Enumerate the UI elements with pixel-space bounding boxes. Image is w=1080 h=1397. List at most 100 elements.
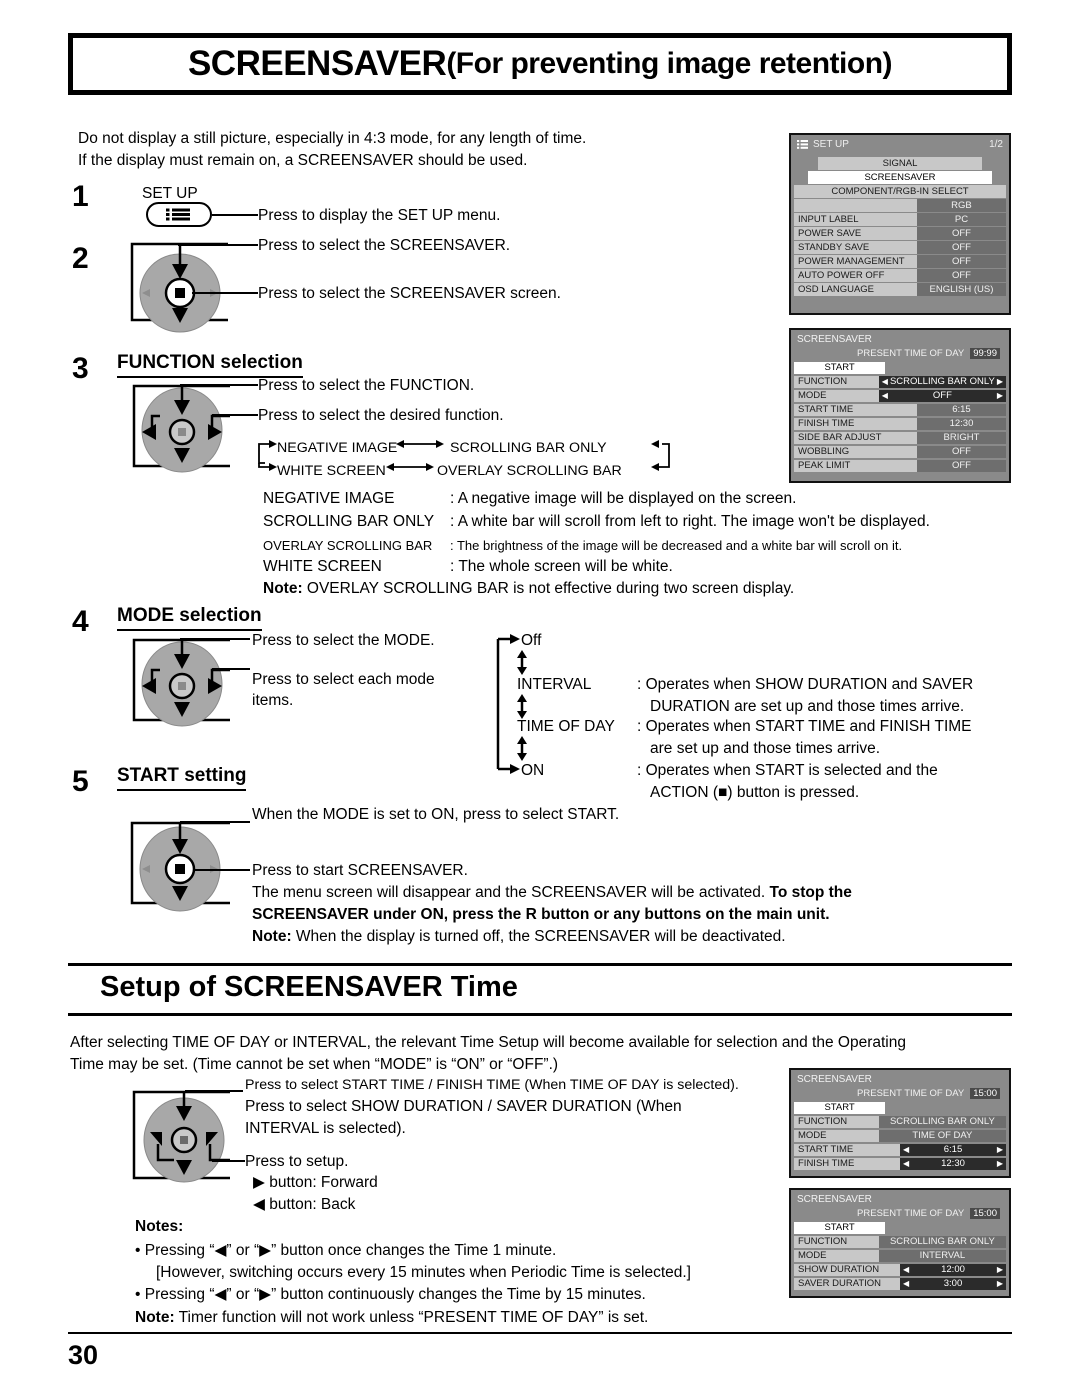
- osd-label-mode: MODE: [794, 389, 879, 402]
- osd-interval-label-function: FUNCTION: [794, 1235, 879, 1248]
- osd-row-function[interactable]: FUNCTION SCROLLING BAR ONLY: [794, 1115, 1006, 1128]
- arrow-left-icon[interactable]: ◀: [882, 377, 888, 386]
- dpad-control-step2[interactable]: [112, 238, 262, 338]
- osd-timeofday-present-label: PRESENT TIME OF DAY: [857, 1088, 965, 1099]
- osd-label-finish-time: FINISH TIME: [794, 417, 917, 430]
- osd-value-mode-text: OFF: [932, 390, 952, 402]
- osd-row-show-duration[interactable]: SHOW DURATION ◀ 12:00 ▶: [794, 1263, 1006, 1276]
- osd-row-start-time[interactable]: START TIME 6:15: [794, 403, 1006, 416]
- osd-row-start-time[interactable]: START TIME ◀ 6:15 ▶: [794, 1143, 1006, 1156]
- osd-interval-label-start: START: [794, 1221, 886, 1234]
- osd-label-peak-limit: PEAK LIMIT: [794, 459, 917, 472]
- arrow-left-icon[interactable]: ◀: [903, 1279, 909, 1288]
- osd-row-wobbling[interactable]: WOBBLING OFF: [794, 445, 1006, 458]
- leader-line-step4-up: [180, 638, 250, 640]
- page-number: 30: [68, 1340, 99, 1370]
- step-3-note-label: Note:: [263, 580, 303, 597]
- desc-term-3: WHITE SCREEN: [263, 558, 382, 575]
- osd-present-label: PRESENT TIME OF DAY: [857, 348, 965, 359]
- osd-row-mode[interactable]: MODE INTERVAL: [794, 1249, 1006, 1262]
- osd-row-start[interactable]: START: [794, 1101, 1006, 1114]
- arrow-left-icon[interactable]: ◀: [903, 1159, 909, 1168]
- arrow-right-icon[interactable]: ▶: [997, 1265, 1003, 1274]
- osd-row-screensaver[interactable]: SCREENSAVER: [794, 171, 1006, 184]
- osd-row-standby-save[interactable]: STANDBY SAVE OFF: [794, 241, 1006, 254]
- osd-row-function[interactable]: FUNCTION SCROLLING BAR ONLY: [794, 1235, 1006, 1248]
- osd-value-peak-limit: OFF: [916, 459, 1006, 472]
- osd-present-time: 99:99: [970, 348, 1000, 359]
- osd-row-osd-language[interactable]: OSD LANGUAGE ENGLISH (US): [794, 283, 1006, 296]
- osd-timeofday-value-mode: TIME OF DAY: [878, 1129, 1006, 1142]
- mode-name-interval: INTERVAL: [517, 676, 592, 693]
- osd-row-rgb-value[interactable]: RGB: [794, 199, 1006, 212]
- osd-row-side-bar-adjust[interactable]: SIDE BAR ADJUST BRIGHT: [794, 431, 1006, 444]
- osd-timeofday-value-finish-time[interactable]: ◀ 12:30 ▶: [900, 1157, 1006, 1170]
- arrow-left-icon[interactable]: ◀: [903, 1145, 909, 1154]
- set-up-remote-button[interactable]: [146, 202, 212, 227]
- dpad-control-step3[interactable]: [112, 378, 272, 484]
- leader-line-step1: [212, 214, 258, 216]
- arrow-right-icon[interactable]: ▶: [997, 377, 1003, 386]
- osd-timeofday-present-row: PRESENT TIME OF DAY 15:00: [794, 1087, 1006, 1100]
- osd-row-start[interactable]: START: [794, 1221, 1006, 1234]
- leader-line-step2-action: [192, 292, 258, 294]
- osd-row-auto-power-off[interactable]: AUTO POWER OFF OFF: [794, 269, 1006, 282]
- osd-value-power-save: OFF: [916, 227, 1006, 240]
- step-5-body-bold-1: To stop the: [769, 884, 852, 901]
- step-5-note: Note: When the display is turned off, th…: [252, 926, 786, 947]
- osd-interval-label-show-duration: SHOW DURATION: [794, 1263, 900, 1276]
- osd-value-function[interactable]: ◀ SCROLLING BAR ONLY ▶: [878, 375, 1006, 388]
- osd-timeofday-title: SCREENSAVER: [794, 1073, 1006, 1087]
- step-3-instruction-up: Press to select the FUNCTION.: [258, 377, 475, 394]
- osd-row-finish-time[interactable]: FINISH TIME 12:30: [794, 417, 1006, 430]
- osd-interval-value-function: SCROLLING BAR ONLY: [878, 1235, 1006, 1248]
- arrow-right-icon[interactable]: ▶: [997, 1159, 1003, 1168]
- osd-value-finish-time: 12:30: [916, 417, 1006, 430]
- osd-value-mode[interactable]: ◀ OFF ▶: [878, 389, 1006, 402]
- dpad-control-step4[interactable]: [112, 632, 272, 738]
- osd-timeofday-menu[interactable]: SCREENSAVER PRESENT TIME OF DAY 15:00 ST…: [789, 1068, 1011, 1178]
- arrow-left-icon[interactable]: ◀: [903, 1265, 909, 1274]
- osd-interval-value-show-duration[interactable]: ◀ 12:00 ▶: [900, 1263, 1006, 1276]
- dpad-control-step5[interactable]: [112, 815, 262, 919]
- osd-row-saver-duration[interactable]: SAVER DURATION ◀ 3:00 ▶: [794, 1277, 1006, 1290]
- osd-row-peak-limit[interactable]: PEAK LIMIT OFF: [794, 459, 1006, 472]
- osd-row-mode[interactable]: MODE TIME OF DAY: [794, 1129, 1006, 1142]
- osd-row-mode[interactable]: MODE ◀ OFF ▶: [794, 389, 1006, 402]
- time-back-label: ◀ button: Back: [253, 1196, 356, 1213]
- osd-row-function[interactable]: FUNCTION ◀ SCROLLING BAR ONLY ▶: [794, 375, 1006, 388]
- osd-screensaver-menu[interactable]: SCREENSAVER PRESENT TIME OF DAY 99:99 ST…: [789, 328, 1011, 483]
- osd-row-input-label[interactable]: INPUT LABEL PC: [794, 213, 1006, 226]
- cycle-item-scrolling-bar-only: SCROLLING BAR ONLY: [450, 440, 607, 456]
- arrow-right-icon[interactable]: ▶: [997, 391, 1003, 400]
- osd-interval-menu[interactable]: SCREENSAVER PRESENT TIME OF DAY 15:00 ST…: [789, 1188, 1011, 1298]
- osd-row-component-rgb[interactable]: COMPONENT/RGB-IN SELECT: [794, 185, 1006, 198]
- osd-timeofday-value-start-time[interactable]: ◀ 6:15 ▶: [900, 1143, 1006, 1156]
- osd-interval-present-time: 15:00: [970, 1208, 1000, 1219]
- mode-flow-diagram: [496, 634, 527, 774]
- leader-line-step5-up: [180, 821, 250, 823]
- osd-label-power-save: POWER SAVE: [794, 227, 917, 240]
- cycle-item-overlay-scrolling-bar: OVERLAY SCROLLING BAR: [437, 463, 622, 479]
- arrow-right-icon[interactable]: ▶: [997, 1279, 1003, 1288]
- osd-setup-title: SET UP: [813, 139, 849, 150]
- step-5-heading: START setting: [117, 765, 247, 791]
- osd-value-power-management: OFF: [916, 255, 1006, 268]
- osd-interval-value-saver-duration[interactable]: ◀ 3:00 ▶: [900, 1277, 1006, 1290]
- leader-line-time-up: [185, 1090, 243, 1092]
- osd-row-start[interactable]: START: [794, 361, 1006, 374]
- osd-row-power-management[interactable]: POWER MANAGEMENT OFF: [794, 255, 1006, 268]
- setup-button-label: SET UP: [142, 185, 198, 202]
- osd-row-signal[interactable]: SIGNAL: [794, 157, 1006, 170]
- arrow-right-icon[interactable]: ▶: [997, 1145, 1003, 1154]
- mode-name-off: Off: [521, 632, 542, 649]
- osd-setup-menu[interactable]: SET UP 1/2 SIGNAL SCREENSAVER COMPONENT/…: [789, 133, 1011, 315]
- step-3-number: 3: [72, 352, 89, 385]
- desc-text-0: : A negative image will be displayed on …: [450, 490, 797, 507]
- osd-row-finish-time[interactable]: FINISH TIME ◀ 12:30 ▶: [794, 1157, 1006, 1170]
- osd-setup-page: 1/2: [989, 139, 1003, 150]
- osd-timeofday-label-start: START: [794, 1101, 886, 1114]
- osd-row-power-save[interactable]: POWER SAVE OFF: [794, 227, 1006, 240]
- arrow-left-icon[interactable]: ◀: [882, 391, 888, 400]
- osd-label-osd-language: OSD LANGUAGE: [794, 283, 917, 296]
